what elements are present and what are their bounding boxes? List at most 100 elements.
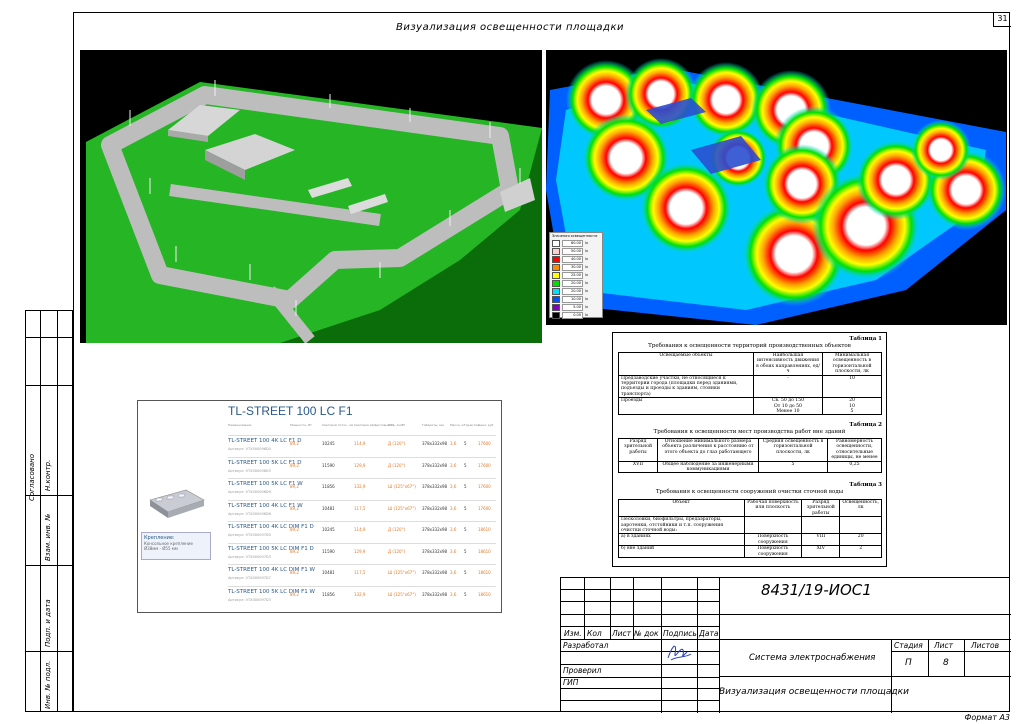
catalog-cell-eff: 114,9 xyxy=(354,441,366,446)
t2-r1-0: XVII xyxy=(618,460,658,474)
list-header: Лист xyxy=(934,641,954,650)
gip-label: ГИП xyxy=(563,678,579,687)
catalog-row[interactable]: TL-STREET 100 5K LC DIM F1 D Артикул: VTX… xyxy=(228,542,496,564)
t1-head-2: Минимальная освещенность в горизонтально… xyxy=(822,352,882,376)
catalog-cell-eff: 129,9 xyxy=(354,462,366,468)
catalog-header-cell: Наименование xyxy=(228,423,252,427)
catalog-cell-power: 89,2 xyxy=(290,548,299,554)
catalog-header-cell: КСС xyxy=(388,423,395,427)
legend-value: 30.00 xyxy=(562,263,583,271)
catalog-row[interactable]: TL-STREET 100 4K LC F1 W Артикул: VTX0000… xyxy=(228,499,496,521)
catalog-row[interactable]: TL-STREET 100 5K LC DIM F1 W Артикул: VTX… xyxy=(228,585,496,607)
legend-swatch xyxy=(552,247,560,255)
t1-r2-mid: Св. 50 до 150 От 10 до 50 Менее 10 xyxy=(753,397,823,416)
list-label: Лист xyxy=(612,629,632,638)
inv-orig-label: Инв. № подл. xyxy=(44,660,52,709)
t2-head-3: Равномерность освещенности, относительны… xyxy=(827,438,882,462)
catalog-header-cell: Световой поток, лм xyxy=(322,423,354,427)
legend-swatch xyxy=(552,295,560,303)
razrabotal-label: Разработал xyxy=(563,641,609,650)
catalog-cell-dims: 378х332х98 xyxy=(422,441,448,446)
t3-r2-1: Поверхность сооружения xyxy=(743,545,803,559)
legend-value: 20.00 xyxy=(562,287,583,295)
legend-unit: lx xyxy=(585,313,589,317)
t2-r1-3: 0,25 xyxy=(827,460,882,474)
catalog-cell-kss: Д (120°) xyxy=(388,527,406,532)
catalog-item-name[interactable]: TL-STREET 100 5K LC DIM F1 W xyxy=(228,589,315,595)
catalog-item-name[interactable]: TL-STREET 100 5K LC DIM F1 D xyxy=(228,546,314,552)
catalog-row[interactable]: TL-STREET 100 5K LC F1 D Артикул: VTX0000… xyxy=(228,456,496,478)
catalog-cell-warranty: 5 xyxy=(464,484,467,489)
legend-rows: 60.00 lx 50.00 lx 40.00 lx 30.00 lx 25.00 lx 20.00… xyxy=(550,239,602,319)
catalog-cell-kss: Ш (125°х67°) xyxy=(388,505,416,511)
catalog-cell-mass: 3,6 xyxy=(450,548,457,554)
legend-row: 20.00 lx xyxy=(550,279,602,287)
catalog-cell-dims: 378х332х98 xyxy=(422,505,448,511)
t3-r2-3: 2 xyxy=(839,545,882,559)
luminaire-catalog: TL-STREET 100 LC F1 Наименование Мощность… xyxy=(137,400,502,613)
catalog-row[interactable]: TL-STREET 100 4K LC DIM F1 D Артикул: VTX… xyxy=(228,521,496,542)
t3-r1-2: VIII xyxy=(801,533,841,547)
legend-swatch xyxy=(552,287,560,295)
t3-head-0: Объект xyxy=(618,498,745,518)
table2-title: Требования к освещенности мест производс… xyxy=(653,429,846,435)
catalog-cell-eff: 117,5 xyxy=(354,505,366,511)
catalog-cell-flux: 11590 xyxy=(322,462,335,468)
table3: Объект Рабочая поверхность или плоскость… xyxy=(618,498,882,559)
legend-swatch xyxy=(552,279,560,287)
legend-unit: lx xyxy=(585,273,589,277)
catalog-cell-price: 18610 xyxy=(478,591,491,597)
catalog-cell-price: 18610 xyxy=(478,548,491,554)
catalog-item-article: Артикул: VTX000097D0 xyxy=(228,533,271,537)
illuminance-heatmap xyxy=(546,50,1007,325)
catalog-header-cell: Гарантия xyxy=(464,423,479,427)
catalog-cell-power: 89,2 xyxy=(290,462,299,468)
legend-swatch xyxy=(552,263,560,271)
t2-head-0: Разряд зрительной работы xyxy=(618,438,658,462)
catalog-cell-kss: Ш (125°х67°) xyxy=(388,484,416,489)
legend-row: 40.00 lx xyxy=(550,255,602,263)
catalog-row[interactable]: TL-STREET 100 4K LC F1 D Артикул: VTX0000… xyxy=(228,435,496,456)
catalog-cell-warranty: 5 xyxy=(464,441,467,446)
catalog-cell-flux: 10245 xyxy=(322,441,335,446)
t2-head-2: Средняя освещенность в горизонтальной пл… xyxy=(758,438,828,462)
catalog-row[interactable]: TL-STREET 100 5K LC F1 W Артикул: VTX0000… xyxy=(228,478,496,499)
t1-r2-mid-2: Менее 10 xyxy=(776,409,800,415)
t3-head-1: Рабочая поверхность или плоскость xyxy=(743,498,803,518)
table1: Освещаемые объекты Наибольшая интенсивно… xyxy=(618,352,882,416)
catalog-header-cell: Габариты, мм xyxy=(422,423,444,427)
catalog-cell-dims: 378х332х98 xyxy=(422,591,448,597)
list-value: 8 xyxy=(943,658,949,668)
catalog-header-cell: Световая эффективность, лм/Вт xyxy=(354,423,406,427)
t1-r2-val-2: 5 xyxy=(850,409,854,415)
side-stamp: Согласовано Н.контр. Взам. инв. № Подп. … xyxy=(25,310,73,712)
legend-unit: lx xyxy=(585,257,589,261)
sheet-title: Визуализация освещенности площадки xyxy=(395,22,625,33)
catalog-cell-eff: 132,9 xyxy=(354,591,366,597)
t1-head-1: Наибольшая интенсивность движения в обои… xyxy=(753,352,823,376)
catalog-cell-dims: 378х332х98 xyxy=(422,570,448,575)
legend-unit: lx xyxy=(585,305,589,309)
table1-label: Таблица 1 xyxy=(849,336,882,342)
catalog-cell-eff: 114,9 xyxy=(354,527,366,532)
legend-row: 50.00 lx xyxy=(550,247,602,255)
catalog-cell-flux: 10245 xyxy=(322,527,335,532)
catalog-title: TL-STREET 100 LC F1 xyxy=(228,404,353,418)
catalog-row[interactable]: TL-STREET 100 4K LC DIM F1 W Артикул: VTX… xyxy=(228,564,496,585)
t1-r2-val: 20 10 5 xyxy=(822,397,882,416)
t1-head-0: Освещаемые объекты xyxy=(618,352,754,376)
catalog-item-article: Артикул: VTX000096D0 xyxy=(228,447,271,451)
catalog-cell-power: 89,2 xyxy=(290,441,299,446)
catalog-cell-flux: 11856 xyxy=(322,484,335,489)
izm-label: Изм. xyxy=(564,629,582,638)
catalog-cell-power: 89,2 xyxy=(290,527,299,532)
catalog-item-name[interactable]: TL-STREET 100 4K LC DIM F1 W xyxy=(228,567,315,573)
catalog-cell-mass: 3,6 xyxy=(450,527,457,532)
table2-label: Таблица 2 xyxy=(849,422,882,428)
catalog-cell-price: 17600 xyxy=(478,462,491,468)
catalog-item-name[interactable]: TL-STREET 100 4K LC DIM F1 D xyxy=(228,524,314,530)
table1-title: Требования к освещенности территорий про… xyxy=(648,343,851,349)
illuminance-legend: Значения освещенности 60.00 lx 50.00 lx 40.0… xyxy=(549,232,603,319)
catalog-cell-power: 89,2 xyxy=(290,505,299,511)
catalog-cell-price: 17600 xyxy=(478,484,491,489)
